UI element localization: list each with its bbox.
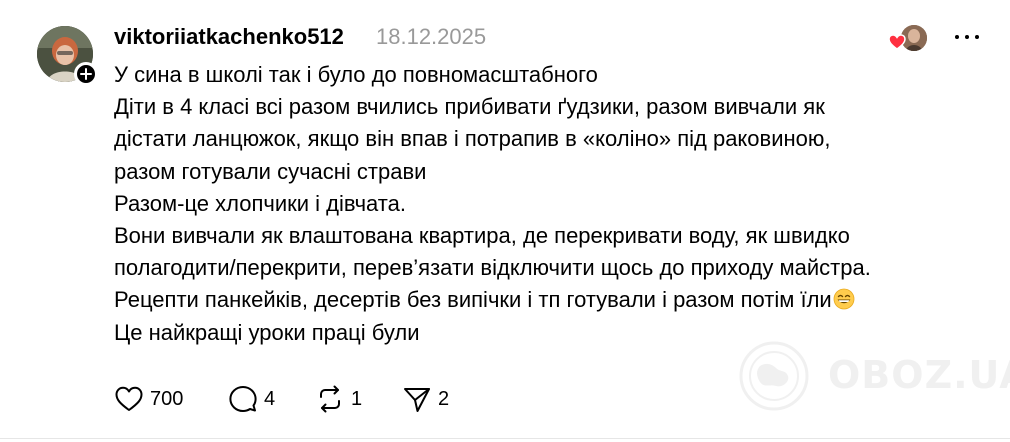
share-button[interactable]: 2 [402,384,449,414]
heart-filled-icon [888,34,906,50]
post-body: У сина в школі так і було до повномасшта… [114,59,994,349]
oboz-watermark: OBOZ.UA [738,336,1010,416]
comment-button[interactable]: 4 [228,384,275,414]
post-body-line: Вони вивчали як влаштована квартира, де … [114,223,850,249]
plus-icon [80,68,92,80]
share-count: 2 [438,388,450,410]
heart-outline-icon [115,386,143,411]
watermark-text: OBOZ.UA [828,353,1010,397]
post-body-line-with-emoji: Рецепти панкейків, десертів без випічки … [114,284,994,316]
post-body-line: разом готували сучасні страви [114,158,427,184]
repost-count: 1 [351,388,363,410]
more-options-button[interactable] [955,30,979,44]
repost-button[interactable]: 1 [315,384,362,414]
like-count: 700 [150,388,184,410]
globe-logo-icon [739,341,809,411]
more-dot-icon [955,35,959,39]
liked-by-author-indicator[interactable] [888,24,928,52]
like-button[interactable]: 700 [114,384,183,414]
grinning-face-with-smiling-eyes-emoji-icon [833,289,855,310]
more-dot-icon [965,35,969,39]
follow-plus-button[interactable] [74,62,98,86]
more-dot-icon [975,35,979,39]
post-body-line: Рецепти панкейків, десертів без випічки … [114,287,832,313]
post-body-line: дістати ланцюжок, якщо він впав і потрап… [114,126,831,152]
comment-bubble-icon [229,386,257,412]
comment-count: 4 [264,388,276,410]
author-username[interactable]: viktoriiatkachenko512 [114,22,344,52]
post-body-line: У сина в школі так і було до повномасшта… [114,62,598,87]
post-body-line: полагодити/перекрити, перев’язати відклю… [114,255,871,281]
send-paper-plane-icon [404,388,430,412]
post-body-line: Разом-це хлопчики і дівчата. [114,190,406,216]
post-divider [0,438,1010,439]
post-timestamp: 18.12.2025 [376,24,487,49]
author-avatar-container[interactable] [37,26,98,86]
post-body-line: Діти в 4 класі всі разом вчились прибива… [114,94,825,120]
post-card: viktoriiatkachenko512 18.12.2025 У сина … [0,0,1010,442]
repost-arrows-icon [320,385,340,413]
